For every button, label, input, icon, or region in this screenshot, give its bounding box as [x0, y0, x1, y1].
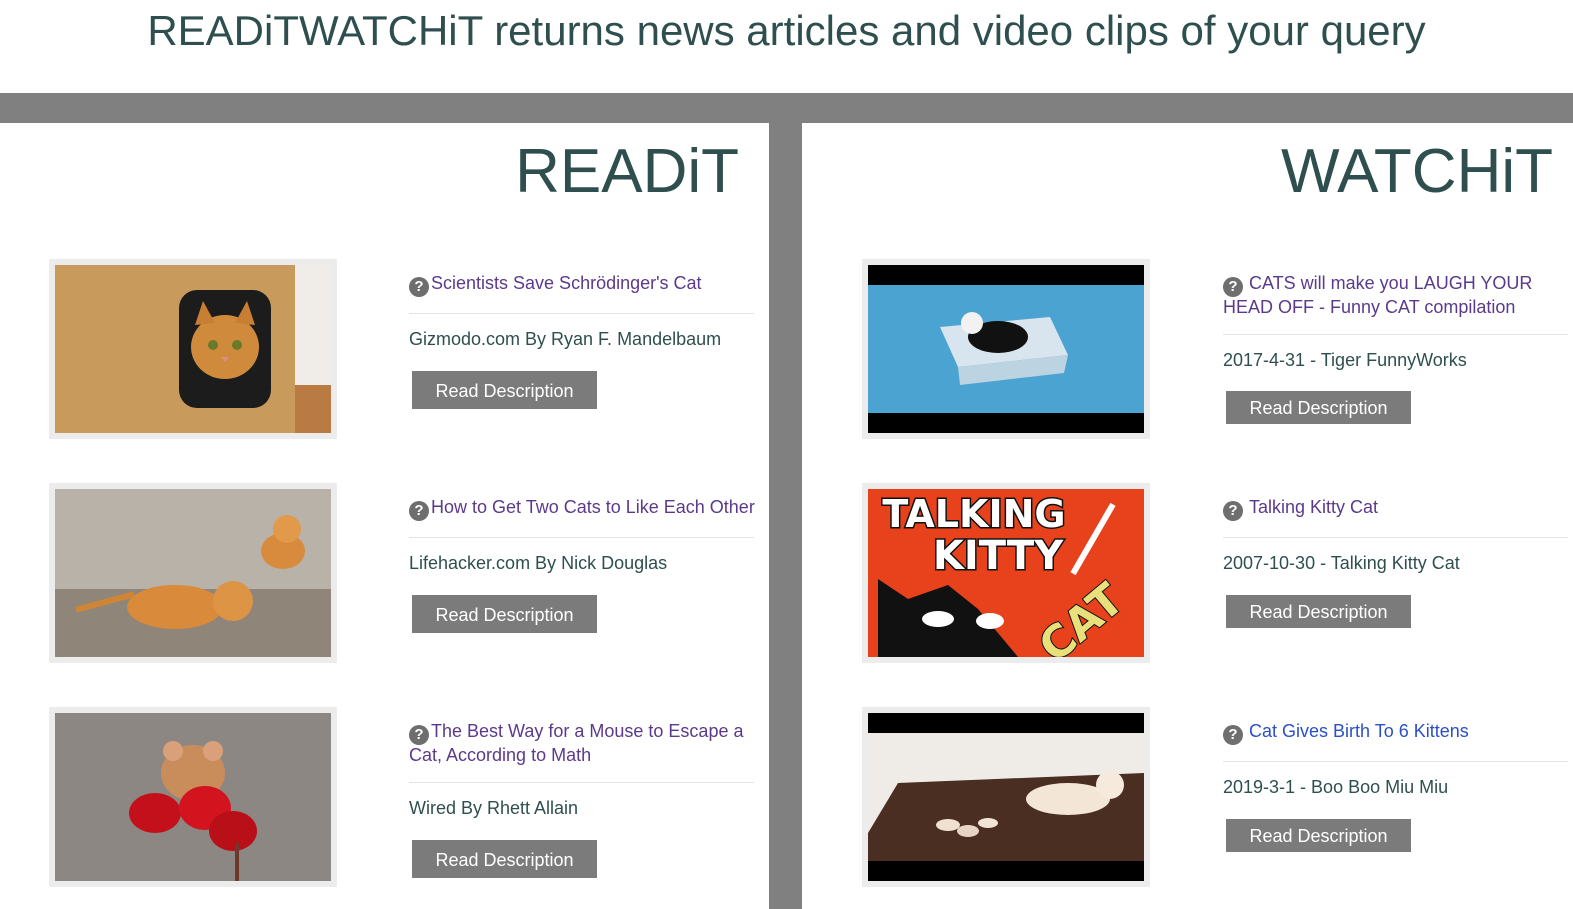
cat-floating-image [868, 265, 1144, 433]
read-description-button[interactable]: Read Description [1226, 391, 1411, 424]
header-divider-bar [0, 93, 1573, 123]
video-thumbnail[interactable]: TALKING KITTY CAT [862, 483, 1150, 663]
separator [409, 782, 754, 783]
article-source: Wired By Rhett Allain [409, 798, 579, 818]
readit-heading: READiT [515, 137, 739, 206]
read-description-button[interactable]: Read Description [412, 840, 597, 878]
help-icon[interactable]: ? [409, 277, 429, 297]
read-description-button[interactable]: Read Description [1226, 595, 1411, 628]
separator [1223, 334, 1568, 335]
help-icon[interactable]: ? [1223, 501, 1243, 521]
article-link[interactable]: ? Scientists Save Schrödinger's Cat [409, 273, 754, 297]
video-title[interactable]: Cat Gives Birth To 6 Kittens [1249, 721, 1469, 741]
cat-in-box-image [55, 265, 331, 433]
article-thumbnail[interactable] [49, 483, 337, 663]
video-title[interactable]: Talking Kitty Cat [1249, 497, 1378, 517]
article-link[interactable]: ? How to Get Two Cats to Like Each Other [409, 497, 759, 521]
mouse-image [55, 713, 331, 881]
article-thumbnail[interactable] [49, 707, 337, 887]
article-thumbnail[interactable] [49, 259, 337, 439]
video-meta: 2007-10-30 - Talking Kitty Cat [1223, 553, 1460, 573]
video-link[interactable]: ? CATS will make you LAUGH YOUR HEAD OFF … [1223, 273, 1553, 318]
video-link[interactable]: ? Cat Gives Birth To 6 Kittens [1223, 721, 1553, 745]
help-icon[interactable]: ? [409, 501, 429, 521]
read-description-button[interactable]: Read Description [412, 371, 597, 409]
kittens-image [55, 489, 331, 657]
separator [409, 313, 754, 314]
separator [409, 537, 754, 538]
article-title[interactable]: How to Get Two Cats to Like Each Other [431, 497, 755, 517]
article-link[interactable]: ? The Best Way for a Mouse to Escape a Ca… [409, 721, 754, 766]
video-thumbnail[interactable] [862, 259, 1150, 439]
article-title[interactable]: The Best Way for a Mouse to Escape a Cat… [409, 721, 743, 765]
article-title[interactable]: Scientists Save Schrödinger's Cat [431, 273, 702, 293]
logo-line-1: TALKING [882, 492, 1065, 536]
article-source: Lifehacker.com By Nick Douglas [409, 553, 668, 573]
separator [1223, 537, 1568, 538]
page-title: READiTWATCHiT returns news articles and … [147, 7, 1426, 54]
read-description-button[interactable]: Read Description [412, 595, 597, 633]
separator [1223, 761, 1568, 762]
cat-kittens-image [868, 713, 1144, 881]
video-meta: 2017-4-31 - Tiger FunnyWorks [1223, 350, 1467, 370]
video-thumbnail[interactable] [862, 707, 1150, 887]
help-icon[interactable]: ? [409, 725, 429, 745]
logo-line-2: KITTY [933, 533, 1064, 579]
video-title[interactable]: CATS will make you LAUGH YOUR HEAD OFF -… [1223, 273, 1532, 317]
talking-kitty-logo-image: TALKING KITTY CAT [868, 489, 1144, 657]
help-icon[interactable]: ? [1223, 725, 1243, 745]
video-meta: 2019-3-1 - Boo Boo Miu Miu [1223, 777, 1449, 797]
column-divider [769, 123, 802, 909]
help-icon[interactable]: ? [1223, 277, 1243, 297]
watchit-heading: WATCHiT [1280, 137, 1553, 206]
read-description-button[interactable]: Read Description [1226, 819, 1411, 852]
article-source: Gizmodo.com By Ryan F. Mandelbaum [409, 329, 722, 349]
video-link[interactable]: ? Talking Kitty Cat [1223, 497, 1553, 521]
